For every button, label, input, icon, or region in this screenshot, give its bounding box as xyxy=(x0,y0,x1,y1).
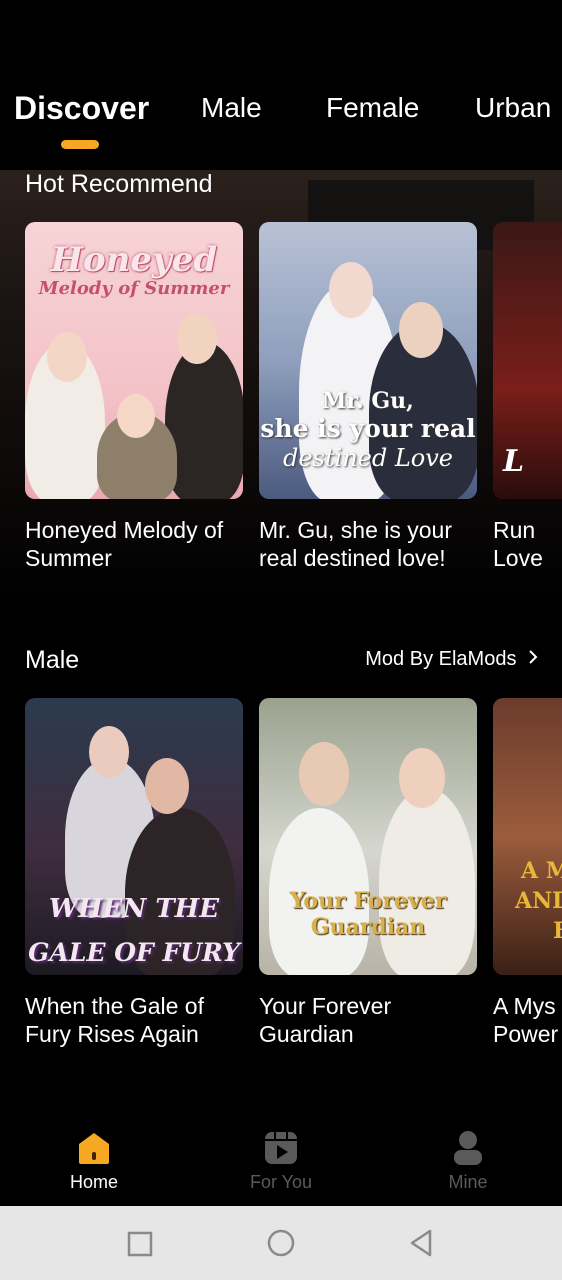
cover-face xyxy=(47,332,87,382)
book-title[interactable]: Your Forever Guardian xyxy=(259,992,481,1048)
book-cover-a-mys-power[interactable]: A M AND H xyxy=(493,698,562,975)
play-icon xyxy=(262,1130,300,1166)
book-title[interactable]: When the Gale of Fury Rises Again xyxy=(25,992,247,1048)
tab-discover[interactable]: Discover xyxy=(14,90,149,127)
cover-title-line2: she is your real xyxy=(260,414,476,443)
cover-title-line2: Guardian xyxy=(310,914,426,940)
cover-face xyxy=(145,758,189,814)
tab-urban[interactable]: Urban xyxy=(475,92,551,124)
cover-face xyxy=(177,314,217,364)
cover-title-line1: Your Forever xyxy=(289,888,447,914)
cover-face xyxy=(89,726,129,778)
book-cover-gale-of-fury[interactable]: WHEN THE GALE OF FURY xyxy=(25,698,243,975)
nav-for-you-label: For You xyxy=(249,1172,313,1192)
cover-title-line1: WHEN THE xyxy=(48,894,220,924)
cover-title-line1: A M xyxy=(521,858,562,884)
bottom-navigation: Home For You Mine xyxy=(0,1118,562,1206)
nav-mine[interactable]: Mine xyxy=(408,1130,528,1193)
back-icon[interactable] xyxy=(406,1228,436,1263)
book-title[interactable]: Run Love xyxy=(493,516,562,572)
home-icon xyxy=(75,1130,113,1166)
tab-male[interactable]: Male xyxy=(201,92,262,124)
nav-home[interactable]: Home xyxy=(34,1130,154,1193)
cover-face xyxy=(299,742,349,806)
tab-female[interactable]: Female xyxy=(326,92,419,124)
cover-title-line3: destined Love xyxy=(282,444,453,472)
cover-title-line2: Melody of Summer xyxy=(38,278,230,299)
book-title[interactable]: A Mys Power xyxy=(493,992,562,1048)
top-tab-bar: Discover Male Female Urban xyxy=(0,0,562,170)
cover-face xyxy=(399,748,445,808)
cover-figure-woman xyxy=(379,788,475,975)
cover-face xyxy=(399,302,443,358)
book-title[interactable]: Honeyed Melody of Summer xyxy=(25,516,247,572)
recent-apps-icon[interactable] xyxy=(126,1230,154,1263)
cover-title-line2: AND xyxy=(515,888,562,914)
more-link[interactable]: Mod By ElaMods xyxy=(365,648,538,671)
nav-home-label: Home xyxy=(69,1172,118,1192)
system-navigation-bar xyxy=(0,1206,562,1280)
book-title[interactable]: Mr. Gu, she is your real destined love! xyxy=(259,516,481,572)
cover-title-line1: Honeyed xyxy=(50,240,218,280)
app-screen: Discover Male Female Urban Hot Recommend… xyxy=(0,0,562,1280)
cover-title-line2: GALE OF FURY xyxy=(28,938,240,967)
cover-title-line1: Mr. Gu, xyxy=(322,388,414,414)
book-cover-mr-gu[interactable]: Mr. Gu, she is your real destined Love xyxy=(259,222,477,499)
chevron-right-icon xyxy=(528,648,538,671)
active-tab-indicator xyxy=(61,140,99,149)
nav-for-you[interactable]: For You xyxy=(221,1130,341,1193)
profile-icon xyxy=(449,1130,487,1166)
home-system-icon[interactable] xyxy=(266,1228,296,1263)
cover-face xyxy=(329,262,373,318)
book-cover-honeyed-melody[interactable]: Honeyed Melody of Summer xyxy=(25,222,243,499)
book-cover-forever-guardian[interactable]: Your Forever Guardian xyxy=(259,698,477,975)
more-link-label: Mod By ElaMods xyxy=(365,648,517,670)
book-cover-run-love[interactable]: L xyxy=(493,222,562,499)
cover-face xyxy=(117,394,155,438)
hot-recommend-title: Hot Recommend xyxy=(25,170,213,198)
male-section-title: Male xyxy=(25,646,80,674)
nav-mine-label: Mine xyxy=(448,1172,488,1192)
cover-title-line3: H xyxy=(553,918,562,944)
cover-title-line1: L xyxy=(503,444,525,479)
